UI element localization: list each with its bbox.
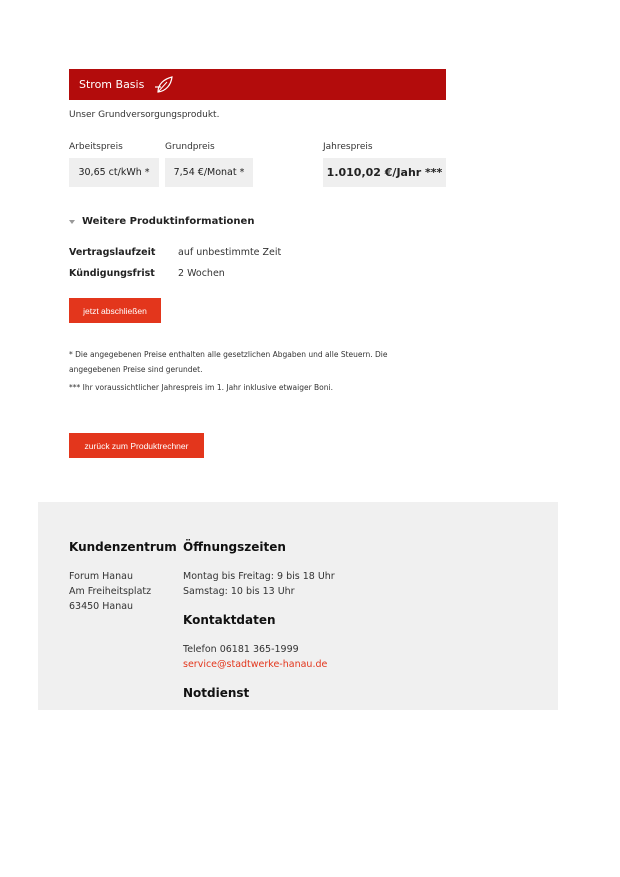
kontakt-email-link[interactable]: service@stadtwerke-hanau.de — [183, 657, 327, 672]
kontaktdaten-heading: Kontaktdaten — [183, 613, 276, 627]
address-line: Am Freiheitsplatz — [69, 586, 152, 597]
hours-line: Samstag: 10 bis 13 Uhr — [183, 586, 295, 597]
term-value-kuendigungsfrist: 2 Wochen — [178, 268, 225, 279]
more-info-toggle[interactable]: Weitere Produktinformationen — [69, 216, 254, 227]
back-to-calculator-button[interactable]: zurück zum Produktrechner — [69, 433, 204, 458]
address-line: 63450 Hanau — [69, 601, 134, 612]
chevron-down-icon — [69, 219, 75, 224]
grundpreis-value: 7,54 €/Monat * — [165, 158, 253, 187]
address-line: Forum Hanau — [69, 571, 133, 582]
term-key-vertragslaufzeit: Vertragslaufzeit — [69, 247, 156, 258]
leaf-icon — [152, 75, 174, 95]
kundenzentrum-heading: Kundenzentrum — [69, 540, 177, 554]
arbeitspreis-label: Arbeitspreis — [69, 142, 123, 152]
jahrespreis-label: Jahrespreis — [323, 142, 373, 152]
jahrespreis-note: *** Ihr voraussichtlicher Jahrespreis im… — [69, 383, 333, 392]
term-value-vertragslaufzeit: auf unbestimmte Zeit — [178, 247, 282, 258]
jetzt-abschliessen-button[interactable]: jetzt abschließen — [69, 298, 161, 323]
grundpreis-label: Grundpreis — [165, 142, 215, 152]
notdienst-heading: Notdienst — [183, 686, 250, 700]
term-key-kuendigungsfrist: Kündigungsfrist — [69, 268, 155, 279]
price-note: * Die angegebenen Preise enthalten alle … — [69, 350, 388, 374]
product-title: Strom Basis — [79, 78, 145, 91]
product-header: Strom Basis — [69, 69, 446, 100]
kontakt-phone: Telefon 06181 365-1999 — [183, 644, 299, 655]
more-info-label: Weitere Produktinformationen — [82, 216, 255, 227]
kundenzentrum-address: Forum Hanau Am Freiheitsplatz 63450 Hana… — [69, 569, 151, 614]
jahrespreis-value: 1.010,02 €/Jahr *** — [323, 158, 446, 187]
product-description: Unser Grundversorgungsprodukt. — [69, 110, 220, 120]
oeffnungszeiten-heading: Öffnungszeiten — [183, 540, 286, 554]
arbeitspreis-value: 30,65 ct/kWh * — [69, 158, 159, 187]
hours-line: Montag bis Freitag: 9 bis 18 Uhr — [183, 571, 335, 582]
oeffnungszeiten-list: Montag bis Freitag: 9 bis 18 Uhr Samstag… — [183, 569, 335, 599]
